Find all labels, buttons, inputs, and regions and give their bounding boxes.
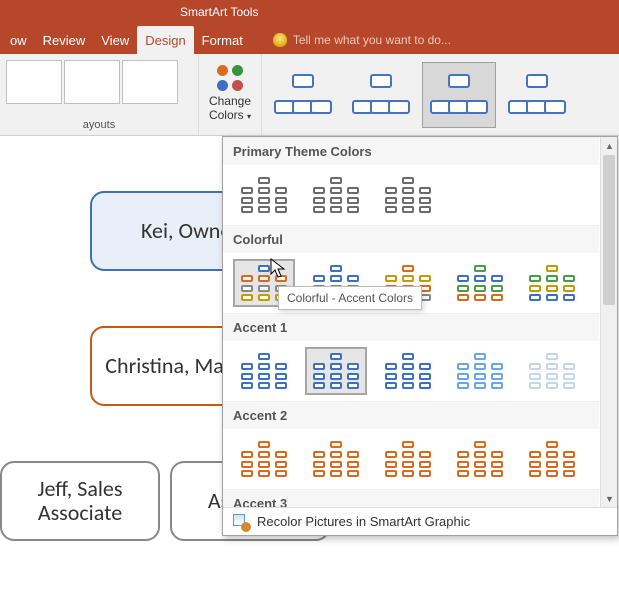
section-colorful: Colorful <box>223 225 599 253</box>
ribbon-tab-design[interactable]: Design <box>137 26 193 54</box>
smartart-node-sales-associate[interactable]: Jeff, Sales Associate <box>0 461 160 541</box>
lightbulb-icon <box>273 33 287 47</box>
popup-scrollbar[interactable]: ▲ ▼ <box>600 137 617 507</box>
ribbon-tab-slideshow-partial[interactable]: ow <box>2 26 35 54</box>
ribbon-tab-strip: ow Review View Design Format Tell me wha… <box>0 26 619 54</box>
color-swatch-accent2-2[interactable] <box>305 435 367 483</box>
color-swatch-accent2-3[interactable] <box>377 435 439 483</box>
scroll-up-button[interactable]: ▲ <box>601 137 618 154</box>
smartart-style-1[interactable] <box>266 62 340 128</box>
smartart-style-3[interactable] <box>422 62 496 128</box>
section-accent3: Accent 3 <box>223 489 599 507</box>
contextual-tab-title: SmartArt Tools <box>180 5 258 19</box>
color-swatch-accent1-3[interactable] <box>377 347 439 395</box>
recolor-pictures-label: Recolor Pictures in SmartArt Graphic <box>257 514 470 529</box>
recolor-pictures-icon <box>233 514 249 530</box>
contextual-tab-bar: SmartArt Tools <box>0 0 619 26</box>
color-swatch-primary-2[interactable] <box>305 171 367 219</box>
change-colors-button[interactable]: Change Colors ▾ <box>201 56 259 132</box>
change-colors-dropdown: Primary Theme Colors Colorful Accent 1 A… <box>222 136 618 536</box>
ribbon-panel: ayouts Change Colors ▾ <box>0 54 619 136</box>
layout-thumb-2[interactable] <box>64 60 120 104</box>
layout-thumb-1[interactable] <box>6 60 62 104</box>
scroll-thumb[interactable] <box>603 155 615 305</box>
chevron-down-icon: ▾ <box>247 112 251 121</box>
color-swatch-accent2-5[interactable] <box>521 435 583 483</box>
color-swatch-accent1-5[interactable] <box>521 347 583 395</box>
layouts-group-label: ayouts <box>2 119 196 131</box>
ribbon-tab-review[interactable]: Review <box>35 26 94 54</box>
color-swatch-accent2-1[interactable] <box>233 435 295 483</box>
color-swatch-primary-1[interactable] <box>233 171 295 219</box>
tooltip: Colorful - Accent Colors <box>278 286 422 310</box>
tooltip-text: Colorful - Accent Colors <box>287 291 413 305</box>
ribbon-tab-view[interactable]: View <box>93 26 137 54</box>
layout-thumb-3[interactable] <box>122 60 178 104</box>
smartart-styles-gallery <box>262 54 619 135</box>
cursor-icon <box>270 258 286 280</box>
smartart-style-4[interactable] <box>500 62 574 128</box>
color-swatch-colorful-5[interactable] <box>521 259 583 307</box>
section-accent1: Accent 1 <box>223 313 599 341</box>
smartart-style-2[interactable] <box>344 62 418 128</box>
layouts-group: ayouts <box>0 54 198 135</box>
change-colors-icon <box>216 64 244 92</box>
color-swatch-accent1-4[interactable] <box>449 347 511 395</box>
scroll-down-button[interactable]: ▼ <box>601 490 618 507</box>
section-accent2: Accent 2 <box>223 401 599 429</box>
color-swatch-accent1-1[interactable] <box>233 347 295 395</box>
color-swatch-primary-3[interactable] <box>377 171 439 219</box>
color-swatch-accent2-4[interactable] <box>449 435 511 483</box>
color-swatch-accent1-2[interactable] <box>305 347 367 395</box>
change-colors-label-2: Colors <box>209 108 244 122</box>
recolor-pictures-button[interactable]: Recolor Pictures in SmartArt Graphic <box>223 507 617 535</box>
tell-me-placeholder: Tell me what you want to do... <box>293 33 451 47</box>
tell-me-search[interactable]: Tell me what you want to do... <box>265 26 459 54</box>
change-colors-label-1: Change <box>209 94 251 108</box>
color-swatch-colorful-4[interactable] <box>449 259 511 307</box>
section-primary-theme-colors: Primary Theme Colors <box>223 137 599 165</box>
ribbon-tab-format[interactable]: Format <box>194 26 251 54</box>
